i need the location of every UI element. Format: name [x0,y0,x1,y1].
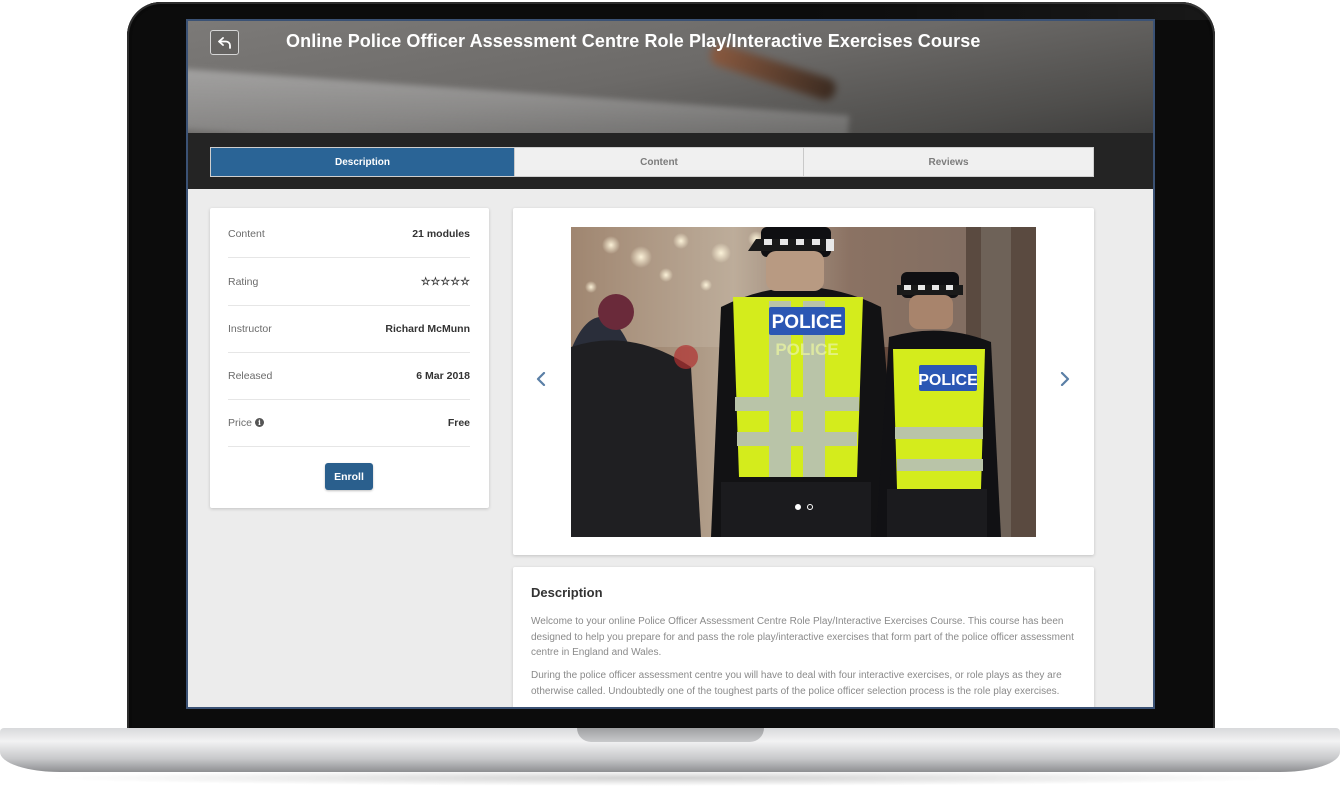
chevron-left-icon [536,372,546,386]
info-label: Rating [228,275,259,288]
info-row-instructor: Instructor Richard McMunn [228,305,470,353]
description-paragraph: During the police officer assessment cen… [531,670,1062,697]
carousel-next-button[interactable] [1058,370,1072,388]
info-icon[interactable]: i [254,418,264,427]
screen: Online Police Officer Assessment Centre … [186,19,1155,709]
police-officers-photo: POLICE POLICE POLICE [571,227,1036,537]
info-label: Instructor [228,322,272,335]
carousel-indicators [571,504,1036,510]
course-header: Online Police Officer Assessment Centre … [188,21,1153,189]
page-title: Online Police Officer Assessment Centre … [286,31,981,51]
info-label: Released [228,369,273,382]
description-heading: Description [531,585,603,600]
chevron-right-icon [1060,372,1070,386]
description-card: Description Welcome to your online Polic… [513,567,1094,707]
police-badge-text-faded: POLICE [775,340,838,359]
carousel-slide-image: POLICE POLICE POLICE [571,227,1036,537]
police-badge-text-2: POLICE [918,372,978,389]
tab-description[interactable]: Description [211,148,515,176]
laptop-shadow [40,770,1300,786]
info-label: Price [228,416,252,429]
info-row-price: Price i Free [228,399,470,447]
info-row-rating: Rating ☆☆☆☆☆ [228,258,470,306]
rating-stars-icon[interactable]: ☆☆☆☆☆ [421,275,470,288]
info-value: Richard McMunn [385,322,470,335]
bezel-shine [800,2,1215,20]
info-label: Content [228,227,265,240]
info-value: 6 Mar 2018 [416,369,470,382]
image-carousel: POLICE POLICE POLICE [513,208,1094,555]
info-row-content: Content 21 modules [228,210,470,258]
laptop-notch [577,728,764,742]
info-value: Free [447,416,470,429]
back-arrow-icon [217,36,231,49]
course-tabs: Description Content Reviews [210,147,1094,177]
tab-content[interactable]: Content [515,148,804,176]
tab-reviews[interactable]: Reviews [804,148,1093,176]
back-button[interactable] [210,30,239,55]
info-row-released: Released 6 Mar 2018 [228,352,470,400]
description-paragraph: Welcome to your online Police Officer As… [531,616,1074,658]
course-info-card: Content 21 modules Rating ☆☆☆☆☆ Instruct… [210,208,489,508]
carousel-dot-2[interactable] [806,504,813,510]
police-badge-text: POLICE [772,312,843,333]
carousel-prev-button[interactable] [534,370,548,388]
info-label-wrap: Price i [228,417,264,429]
carousel-dot-1[interactable] [794,504,801,510]
info-value: 21 modules [412,227,470,240]
enroll-button[interactable]: Enroll [325,463,373,490]
